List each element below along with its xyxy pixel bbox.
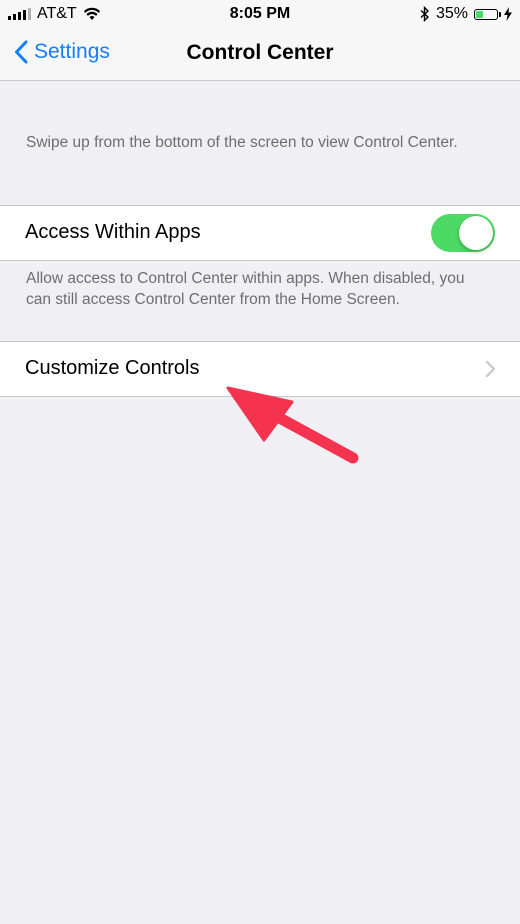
charging-bolt-icon <box>504 7 512 21</box>
control-center-description: Swipe up from the bottom of the screen t… <box>26 134 458 151</box>
bluetooth-icon <box>420 6 429 22</box>
access-within-apps-row: Access Within Apps <box>0 205 520 261</box>
chevron-right-icon <box>485 360 496 378</box>
status-bar: AT&T 8:05 PM 35% <box>0 0 520 30</box>
status-right: 35% <box>420 5 512 23</box>
access-within-apps-toggle[interactable] <box>431 214 495 252</box>
toggle-knob <box>459 216 493 250</box>
access-within-apps-label: Access Within Apps <box>25 221 201 243</box>
battery-percent: 35% <box>435 5 468 22</box>
battery-icon <box>474 8 501 20</box>
navigation-bar: Settings Control Center <box>0 30 520 81</box>
customize-controls-label: Customize Controls <box>25 357 200 379</box>
battery-level-fill <box>476 10 483 18</box>
page-title: Control Center <box>186 41 334 64</box>
access-within-apps-footer: Allow access to Control Center within ap… <box>26 270 465 308</box>
annotation-arrow <box>226 386 359 464</box>
